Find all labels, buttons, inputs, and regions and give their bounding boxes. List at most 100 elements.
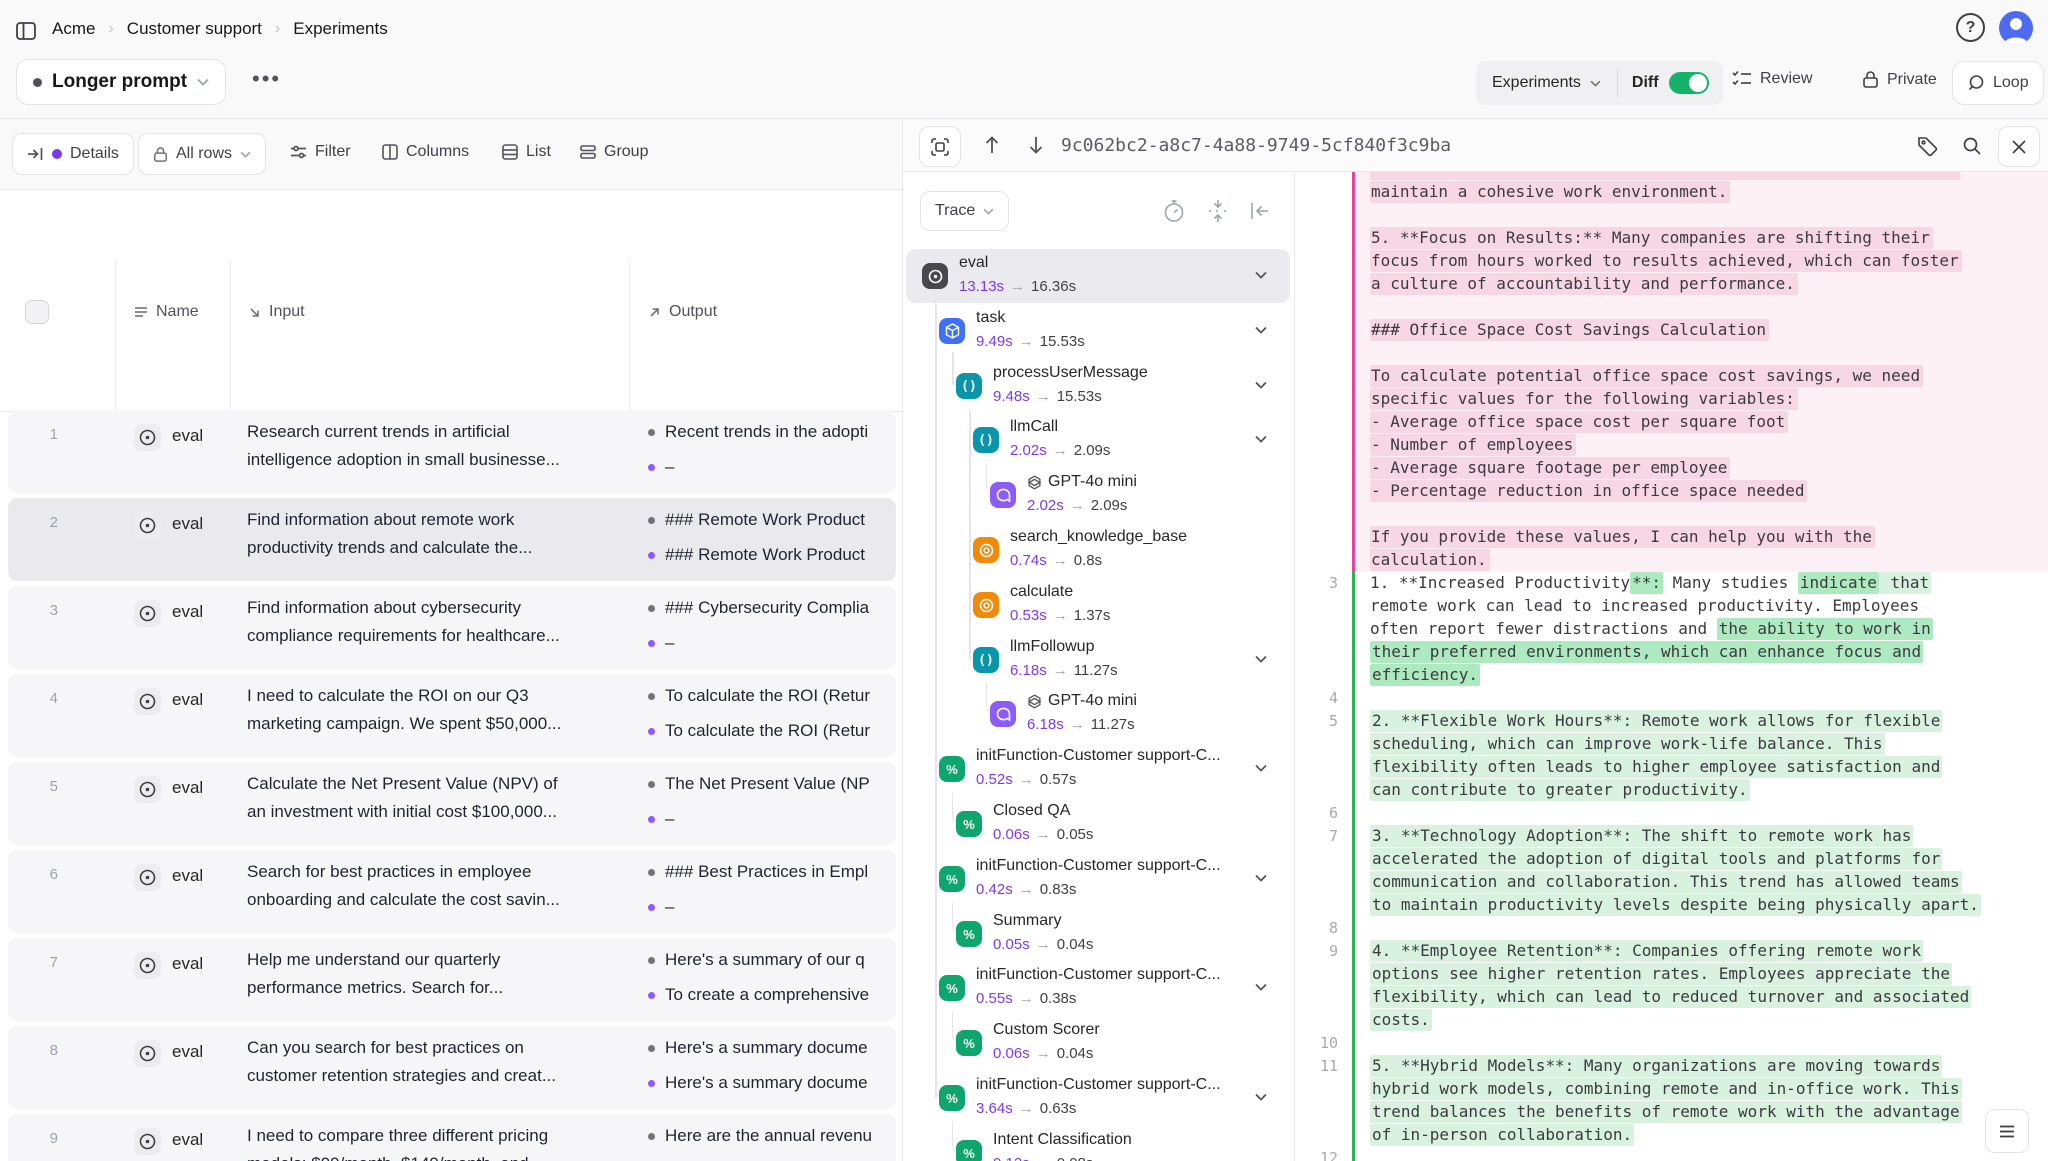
output-arrow-icon: [648, 306, 661, 319]
diff-removed-line: - Percentage reduction in office space n…: [1370, 480, 1807, 503]
chevron-down-icon[interactable]: [1255, 381, 1267, 389]
chevron-down-icon[interactable]: [1255, 1093, 1267, 1101]
row-output-line: To calculate the ROI (Retur: [648, 684, 894, 708]
experiment-selector[interactable]: Longer prompt: [16, 59, 226, 105]
diff-line-number: 11: [1296, 1055, 1338, 1078]
table-row[interactable]: 5evalCalculate the Net Present Value (NP…: [8, 762, 896, 845]
trace-span-row[interactable]: calculate0.53s→1.37s: [906, 578, 1290, 632]
close-panel-button[interactable]: [1998, 126, 2040, 167]
loop-label: Loop: [1993, 74, 2029, 92]
tag-icon[interactable]: [1917, 136, 1938, 157]
diff-added-line: scheduling, which can improve work-life …: [1370, 733, 1885, 756]
chevron-down-icon[interactable]: [1255, 874, 1267, 882]
column-header-output[interactable]: Output: [648, 303, 717, 321]
trace-span-row[interactable]: %Closed QA0.06s→0.05s: [906, 797, 1290, 851]
table-row[interactable]: 6evalSearch for best practices in employ…: [8, 850, 896, 933]
table-row[interactable]: 7evalHelp me understand our quarterlyper…: [8, 938, 896, 1021]
trace-span-row[interactable]: GPT-4o mini6.18s→11.27s: [906, 687, 1290, 741]
private-button[interactable]: Private: [1862, 70, 1937, 89]
filter-button[interactable]: Filter: [290, 143, 351, 161]
fullscreen-icon: [931, 138, 949, 156]
diff-line-number: 9: [1296, 940, 1338, 963]
eval-record-icon: [134, 776, 161, 803]
table-row[interactable]: 1evalResearch current trends in artifici…: [8, 410, 896, 493]
chevron-down-icon[interactable]: [1255, 983, 1267, 991]
sidebar-toggle-icon[interactable]: [14, 19, 38, 43]
trace-span-row[interactable]: ()llmFollowup6.18s→11.27s: [906, 633, 1290, 687]
trace-span-row[interactable]: %Summary0.05s→0.04s: [906, 907, 1290, 961]
breadcrumb-project[interactable]: Customer support: [127, 19, 262, 39]
row-input-line: compliance requirements for healthcare..…: [247, 626, 560, 646]
span-durations: 9.48s→15.53s: [993, 388, 1102, 405]
span-durations: 0.52s→0.57s: [976, 771, 1076, 788]
trace-span-row[interactable]: ()processUserMessage9.48s→15.53s: [906, 359, 1290, 413]
breadcrumb-org[interactable]: Acme: [52, 19, 95, 39]
expand-trace-button[interactable]: [919, 126, 961, 167]
trace-span-row[interactable]: task9.49s→15.53s: [906, 304, 1290, 358]
trace-span-row[interactable]: %Custom Scorer0.06s→0.04s: [906, 1016, 1290, 1070]
diff-options-button[interactable]: [1985, 1109, 2029, 1153]
search-icon[interactable]: [1962, 136, 1982, 156]
eval-record-icon: [134, 1128, 161, 1155]
chevron-down-icon: [983, 208, 994, 215]
details-color-dot: [52, 149, 62, 159]
diff-line-number: 8: [1296, 917, 1338, 940]
chevron-down-icon[interactable]: [1255, 764, 1267, 772]
experiment-more-button[interactable]: •••: [252, 66, 281, 92]
diff-added-line: of in-person collaboration.: [1370, 1124, 1634, 1147]
diff-added-line: 4. **Employee Retention**: Companies off…: [1370, 940, 1923, 963]
trace-span-row[interactable]: search_knowledge_base0.74s→0.8s: [906, 523, 1290, 577]
details-label: Details: [70, 145, 119, 163]
loop-button[interactable]: Loop: [1952, 61, 2044, 105]
trace-span-row[interactable]: %initFunction-Customer support-C...3.64s…: [906, 1071, 1290, 1125]
breadcrumb-section[interactable]: Experiments: [293, 19, 387, 39]
diff-toggle[interactable]: [1669, 72, 1709, 94]
all-rows-selector[interactable]: All rows: [138, 133, 266, 175]
columns-button[interactable]: Columns: [382, 143, 469, 161]
trace-view-selector[interactable]: Trace: [920, 191, 1009, 231]
view-switch[interactable]: Experiments: [1476, 61, 1617, 105]
group-button[interactable]: Group: [580, 143, 648, 161]
span-durations: 6.18s→11.27s: [1027, 716, 1135, 733]
span-type-icon: %: [956, 1140, 982, 1161]
review-button[interactable]: Review: [1732, 70, 1812, 88]
timing-icon[interactable]: [1163, 199, 1185, 223]
column-header-input[interactable]: Input: [248, 303, 305, 321]
table-row[interactable]: 2evalFind information about remote workp…: [8, 498, 896, 581]
table-row[interactable]: 9evalI need to compare three different p…: [8, 1114, 896, 1161]
list-button[interactable]: List: [502, 143, 551, 161]
trace-span-row[interactable]: %initFunction-Customer support-C...0.52s…: [906, 742, 1290, 796]
chevron-down-icon[interactable]: [1255, 271, 1267, 279]
trace-span-row[interactable]: %initFunction-Customer support-C...0.42s…: [906, 852, 1290, 906]
chevron-down-icon[interactable]: [1255, 326, 1267, 334]
table-row[interactable]: 3evalFind information about cybersecurit…: [8, 586, 896, 669]
trace-span-row[interactable]: %Intent Classification0.12s→0.08s: [906, 1126, 1290, 1161]
span-type-icon: [990, 701, 1016, 727]
prev-row-button[interactable]: [983, 135, 1001, 155]
help-button[interactable]: ?: [1956, 13, 1985, 42]
collapse-left-icon[interactable]: [1249, 200, 1271, 222]
experiment-color-dot: [33, 78, 42, 87]
trace-span-row[interactable]: GPT-4o mini2.02s→2.09s: [906, 468, 1290, 522]
table-row[interactable]: 8evalCan you search for best practices o…: [8, 1026, 896, 1109]
diff-label: Diff: [1632, 74, 1659, 92]
trace-span-row[interactable]: ()llmCall2.02s→2.09s: [906, 413, 1290, 467]
next-row-button[interactable]: [1027, 135, 1045, 155]
select-all-checkbox[interactable]: [25, 300, 49, 324]
diff-line-number: 3: [1296, 572, 1338, 595]
row-output-line: To calculate the ROI (Retur: [648, 719, 894, 743]
chevron-down-icon[interactable]: [1255, 435, 1267, 443]
filter-icon: [290, 145, 307, 159]
table-row[interactable]: 4evalI need to calculate the ROI on our …: [8, 674, 896, 757]
eval-record-icon: [134, 688, 161, 715]
span-name: initFunction-Customer support-C...: [976, 857, 1221, 875]
avatar[interactable]: [1999, 11, 2033, 45]
column-header-name[interactable]: Name: [134, 303, 199, 321]
span-durations: 13.13s→16.36s: [959, 278, 1076, 295]
chevron-down-icon[interactable]: [1255, 655, 1267, 663]
details-button[interactable]: Details: [12, 133, 134, 175]
span-durations: 0.12s→0.08s: [993, 1155, 1093, 1161]
trace-span-row[interactable]: eval13.13s→16.36s: [906, 249, 1290, 303]
collapse-vertical-icon[interactable]: [1207, 199, 1229, 223]
trace-span-row[interactable]: %initFunction-Customer support-C...0.55s…: [906, 961, 1290, 1015]
